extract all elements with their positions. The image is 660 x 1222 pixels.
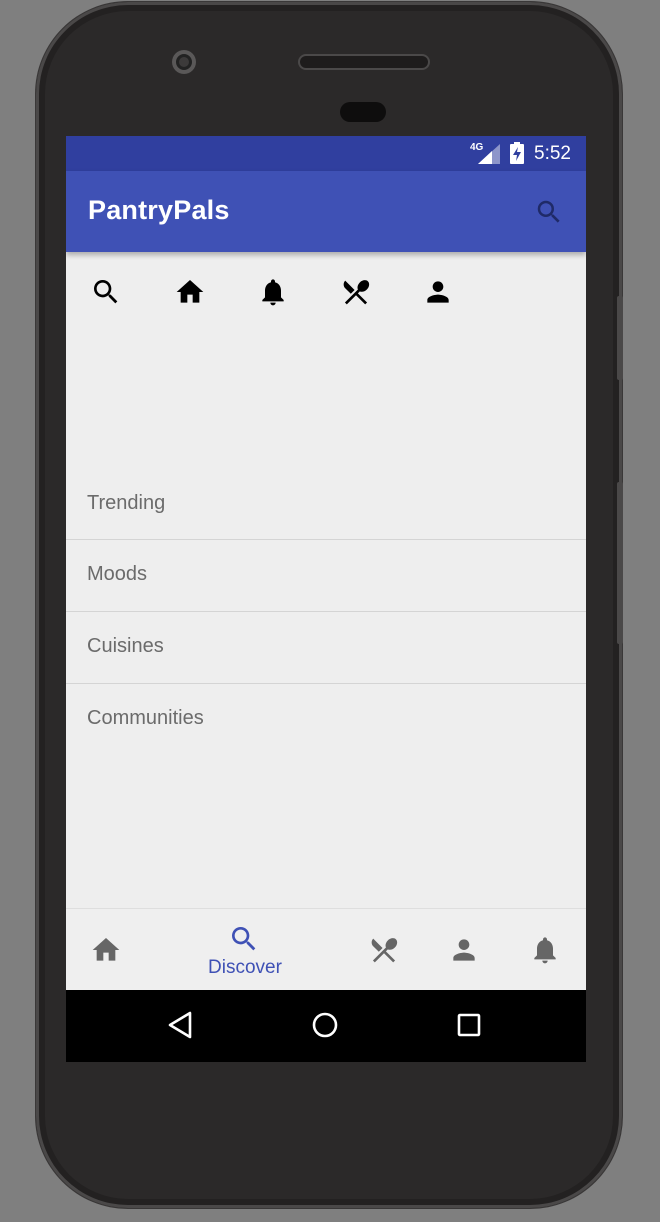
bell-icon[interactable] — [257, 276, 289, 308]
home-icon[interactable] — [174, 276, 206, 308]
list-item-label: Moods — [87, 563, 148, 585]
utensils-icon[interactable] — [340, 276, 372, 308]
home-circle-icon[interactable] — [310, 1010, 340, 1040]
status-bar: 4G 5:52 — [66, 136, 586, 171]
search-icon[interactable] — [90, 276, 122, 308]
battery-charging-icon — [510, 142, 524, 164]
list-item-communities[interactable]: Communities — [66, 684, 586, 755]
list-item-label: Cuisines — [87, 635, 164, 657]
nav-search-icon[interactable] — [228, 923, 260, 955]
earpiece-speaker — [300, 56, 428, 68]
nav-person-icon[interactable] — [448, 934, 480, 966]
app-bar: PantryPals — [66, 171, 586, 252]
nav-home-icon[interactable] — [90, 934, 122, 966]
list-item-trending[interactable]: Trending — [66, 469, 586, 540]
list-item-moods[interactable]: Moods — [66, 540, 586, 611]
front-camera — [172, 50, 196, 74]
search-icon[interactable] — [534, 197, 564, 227]
clock: 5:52 — [534, 143, 571, 164]
proximity-sensor — [340, 102, 386, 122]
bottom-navigation: Discover — [66, 908, 586, 991]
nav-bell-icon[interactable] — [529, 934, 561, 966]
volume-rocker[interactable] — [617, 482, 623, 644]
list-item-cuisines[interactable]: Cuisines — [66, 612, 586, 683]
power-button[interactable] — [617, 296, 623, 380]
back-icon[interactable] — [166, 1010, 196, 1040]
recents-icon[interactable] — [454, 1010, 484, 1040]
list-item-label: Communities — [87, 707, 204, 729]
list-item-label: Trending — [87, 492, 166, 514]
signal-icon — [478, 144, 500, 164]
nav-label-discover: Discover — [208, 957, 282, 978]
app-screen: 4G 5:52 PantryPals Trending Moods Cuisin… — [66, 136, 586, 1062]
system-navigation-bar — [66, 990, 586, 1062]
app-title: PantryPals — [88, 195, 230, 225]
person-icon[interactable] — [422, 276, 454, 308]
nav-utensils-icon[interactable] — [368, 934, 400, 966]
